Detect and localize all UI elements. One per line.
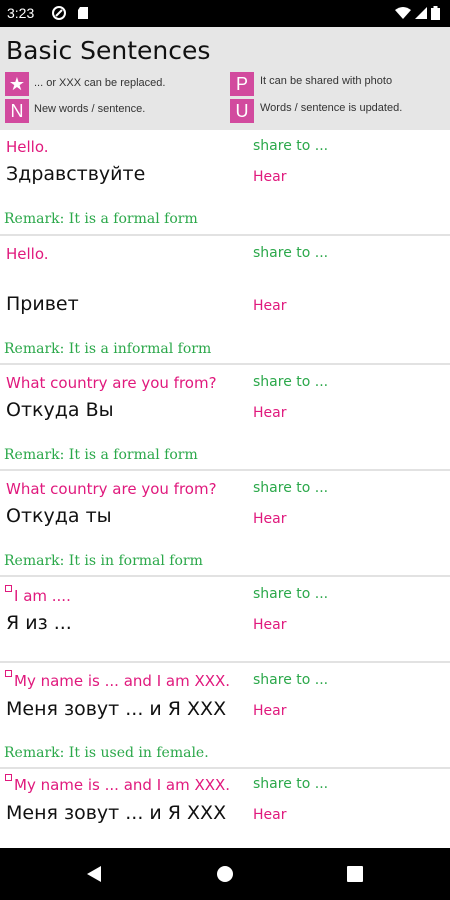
english-sentence: What country are you from? bbox=[6, 374, 217, 392]
russian-sentence: Откуда ты bbox=[6, 505, 112, 527]
signal-icon bbox=[415, 7, 427, 19]
hear-button[interactable]: Hear bbox=[253, 405, 286, 421]
status-bar: 3:23 bbox=[0, 0, 450, 27]
legend-badge-updated: U bbox=[230, 99, 254, 123]
list-item[interactable]: Hello. Привет share to ... Hear Remark: … bbox=[0, 236, 450, 365]
hear-button[interactable]: Hear bbox=[253, 511, 286, 527]
english-sentence: What country are you from? bbox=[6, 480, 217, 498]
remark-text: Remark: It is a informal form bbox=[4, 341, 212, 357]
back-icon[interactable] bbox=[86, 865, 102, 883]
navigation-bar bbox=[0, 848, 450, 900]
replaceable-marker-icon bbox=[5, 670, 12, 677]
russian-sentence: Привет bbox=[6, 293, 79, 315]
list-item[interactable]: What country are you from? Откуда Вы sha… bbox=[0, 365, 450, 471]
legend-badge-photo: P bbox=[230, 72, 254, 96]
legend-text-updated: Words / sentence is updated. bbox=[260, 102, 403, 114]
do-not-disturb-icon bbox=[52, 6, 66, 20]
list-item[interactable]: My name is ... and I am XXX. Меня зовут … bbox=[0, 769, 450, 848]
replaceable-marker-icon bbox=[5, 774, 12, 781]
russian-sentence: Здравствуйте bbox=[6, 163, 146, 185]
hear-button[interactable]: Hear bbox=[253, 703, 286, 719]
share-button[interactable]: share to ... bbox=[253, 480, 328, 496]
russian-sentence: Я из ... bbox=[6, 612, 72, 634]
share-button[interactable]: share to ... bbox=[253, 586, 328, 602]
remark-text: Remark: It is a formal form bbox=[4, 211, 198, 227]
app-header: Basic Sentences ★ ... or XXX can be repl… bbox=[0, 27, 450, 130]
home-icon[interactable] bbox=[216, 865, 234, 883]
english-sentence: I am .... bbox=[14, 587, 71, 605]
wifi-icon bbox=[395, 7, 411, 19]
share-button[interactable]: share to ... bbox=[253, 245, 328, 261]
russian-sentence: Меня зовут ... и Я XXX bbox=[6, 802, 227, 824]
hear-button[interactable]: Hear bbox=[253, 298, 286, 314]
list-item[interactable]: What country are you from? Откуда ты sha… bbox=[0, 471, 450, 577]
list-item[interactable]: I am .... Я из ... share to ... Hear bbox=[0, 577, 450, 663]
list-item[interactable]: My name is ... and I am XXX. Меня зовут … bbox=[0, 663, 450, 769]
share-button[interactable]: share to ... bbox=[253, 138, 328, 154]
english-sentence: My name is ... and I am XXX. bbox=[14, 776, 231, 794]
page-title: Basic Sentences bbox=[6, 36, 211, 65]
hear-button[interactable]: Hear bbox=[253, 169, 286, 185]
battery-icon bbox=[431, 6, 440, 20]
replaceable-marker-icon bbox=[5, 585, 12, 592]
hear-button[interactable]: Hear bbox=[253, 807, 286, 823]
remark-text: Remark: It is in formal form bbox=[4, 553, 203, 569]
remark-text: Remark: It is a formal form bbox=[4, 447, 198, 463]
recents-icon[interactable] bbox=[347, 866, 363, 882]
legend-text-new: New words / sentence. bbox=[34, 103, 146, 115]
share-button[interactable]: share to ... bbox=[253, 672, 328, 688]
share-button[interactable]: share to ... bbox=[253, 776, 328, 792]
sd-card-icon bbox=[78, 7, 88, 19]
star-icon: ★ bbox=[5, 72, 29, 96]
legend-badge-new: N bbox=[5, 99, 29, 123]
status-time: 3:23 bbox=[7, 5, 35, 21]
share-button[interactable]: share to ... bbox=[253, 374, 328, 390]
legend-text-photo: It can be shared with photo bbox=[260, 75, 393, 87]
english-sentence: My name is ... and I am XXX. bbox=[14, 672, 231, 690]
legend-text-replaceable: ... or XXX can be replaced. bbox=[34, 77, 166, 89]
sentence-list[interactable]: Hello. Здравствуйте share to ... Hear Re… bbox=[0, 130, 450, 848]
english-sentence: Hello. bbox=[6, 245, 49, 263]
remark-text: Remark: It is used in female. bbox=[4, 745, 209, 761]
hear-button[interactable]: Hear bbox=[253, 617, 286, 633]
russian-sentence: Откуда Вы bbox=[6, 399, 114, 421]
russian-sentence: Меня зовут ... и Я XXX bbox=[6, 698, 227, 720]
english-sentence: Hello. bbox=[6, 138, 49, 156]
list-item[interactable]: Hello. Здравствуйте share to ... Hear Re… bbox=[0, 130, 450, 236]
